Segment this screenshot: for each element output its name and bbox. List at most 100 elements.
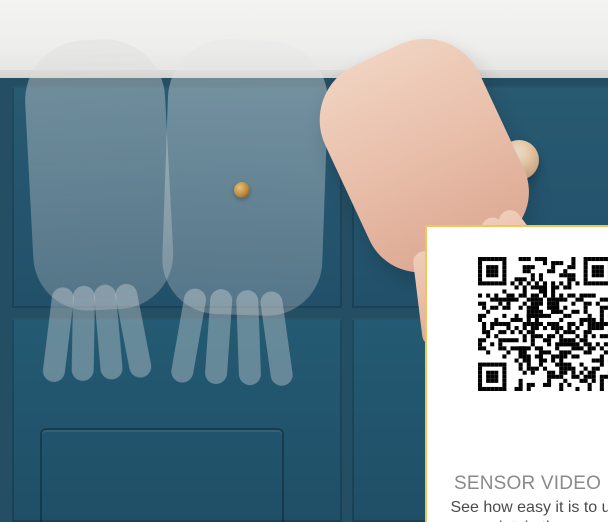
qr-module — [490, 386, 495, 391]
qr-module — [563, 313, 568, 318]
qr-module — [526, 265, 531, 270]
qr-module — [526, 321, 531, 327]
qr-module — [575, 281, 580, 286]
qr-module — [583, 269, 588, 274]
qr-module — [530, 305, 535, 310]
qr-module — [559, 366, 564, 371]
qr-module — [538, 301, 543, 306]
qr-module — [583, 301, 588, 306]
qr-module — [575, 346, 580, 351]
qr-module — [591, 257, 596, 262]
qr-module — [551, 305, 556, 310]
qr-module — [551, 354, 556, 359]
qr-module — [599, 273, 604, 278]
qr-module — [486, 330, 491, 335]
qr-module — [538, 313, 543, 318]
qr-card[interactable]: SENSOR VIDEO See how easy it is to use &… — [425, 225, 608, 522]
qr-module — [522, 326, 527, 331]
qr-module — [587, 293, 592, 298]
qr-module — [567, 342, 572, 347]
qr-module — [595, 269, 600, 274]
qr-module — [563, 330, 568, 335]
qr-module — [522, 293, 527, 298]
qr-module — [555, 326, 560, 331]
qr-module — [522, 346, 527, 351]
qr-module — [579, 378, 584, 383]
qr-module — [551, 265, 556, 270]
qr-module — [587, 350, 592, 355]
qr-module — [583, 293, 588, 298]
qr-module — [571, 257, 576, 262]
qr-module — [599, 354, 604, 359]
qr-module — [538, 297, 543, 302]
qr-module — [555, 309, 560, 314]
qr-module — [514, 313, 519, 318]
qr-module — [478, 265, 483, 270]
qr-module — [567, 281, 572, 286]
qr-module — [530, 273, 535, 278]
qr-module — [482, 257, 487, 262]
qr-module — [559, 309, 564, 314]
qr-module — [478, 366, 483, 371]
qr-module — [486, 293, 491, 298]
qr-module — [538, 273, 543, 278]
qr-module — [571, 265, 576, 270]
qr-module — [547, 338, 552, 343]
qr-code-icon[interactable] — [478, 257, 608, 391]
qr-module — [526, 362, 531, 367]
qr-module — [538, 362, 543, 367]
qr-module — [478, 257, 483, 262]
qr-module — [534, 321, 539, 327]
qr-module — [494, 265, 499, 270]
qr-module — [518, 350, 523, 355]
qr-module — [514, 358, 519, 363]
qr-module — [563, 350, 568, 355]
qr-module — [478, 338, 483, 343]
qr-module — [534, 354, 539, 359]
qr-module — [559, 370, 564, 375]
qr-module — [522, 370, 527, 375]
qr-module — [563, 269, 568, 274]
qr-module — [559, 334, 564, 339]
qr-module — [502, 386, 507, 391]
qr-module — [498, 281, 503, 286]
qr-module — [571, 301, 576, 306]
qr-module — [494, 273, 499, 278]
qr-module — [502, 370, 507, 375]
qr-module — [502, 346, 507, 351]
qr-module — [514, 338, 519, 343]
qr-module — [575, 334, 580, 339]
qr-module — [506, 301, 511, 306]
qr-module — [506, 297, 511, 302]
qr-module — [494, 386, 499, 391]
qr-module — [599, 257, 604, 262]
qr-module — [547, 350, 552, 355]
qr-module — [534, 281, 539, 286]
qr-module — [478, 281, 483, 286]
qr-module — [478, 346, 483, 351]
qr-module — [494, 321, 499, 327]
qr-module — [522, 289, 527, 294]
qr-module — [559, 358, 564, 363]
qr-module — [522, 321, 527, 327]
qr-module — [522, 265, 527, 270]
qr-module — [599, 309, 604, 314]
qr-module — [486, 257, 491, 262]
qr-module — [478, 386, 483, 391]
qr-module — [518, 354, 523, 359]
qr-module — [559, 342, 564, 347]
qr-module — [559, 317, 564, 322]
qr-module — [502, 338, 507, 343]
qr-module — [591, 265, 596, 270]
qr-module — [587, 281, 592, 286]
qr-module — [526, 382, 531, 387]
qr-module — [494, 370, 499, 375]
qr-module — [530, 277, 535, 282]
qr-module — [490, 378, 495, 383]
qr-module — [482, 313, 487, 318]
qr-module — [603, 281, 608, 286]
qr-module — [530, 338, 535, 343]
qr-module — [538, 321, 543, 327]
qr-module — [526, 358, 531, 363]
qr-module — [559, 382, 564, 387]
